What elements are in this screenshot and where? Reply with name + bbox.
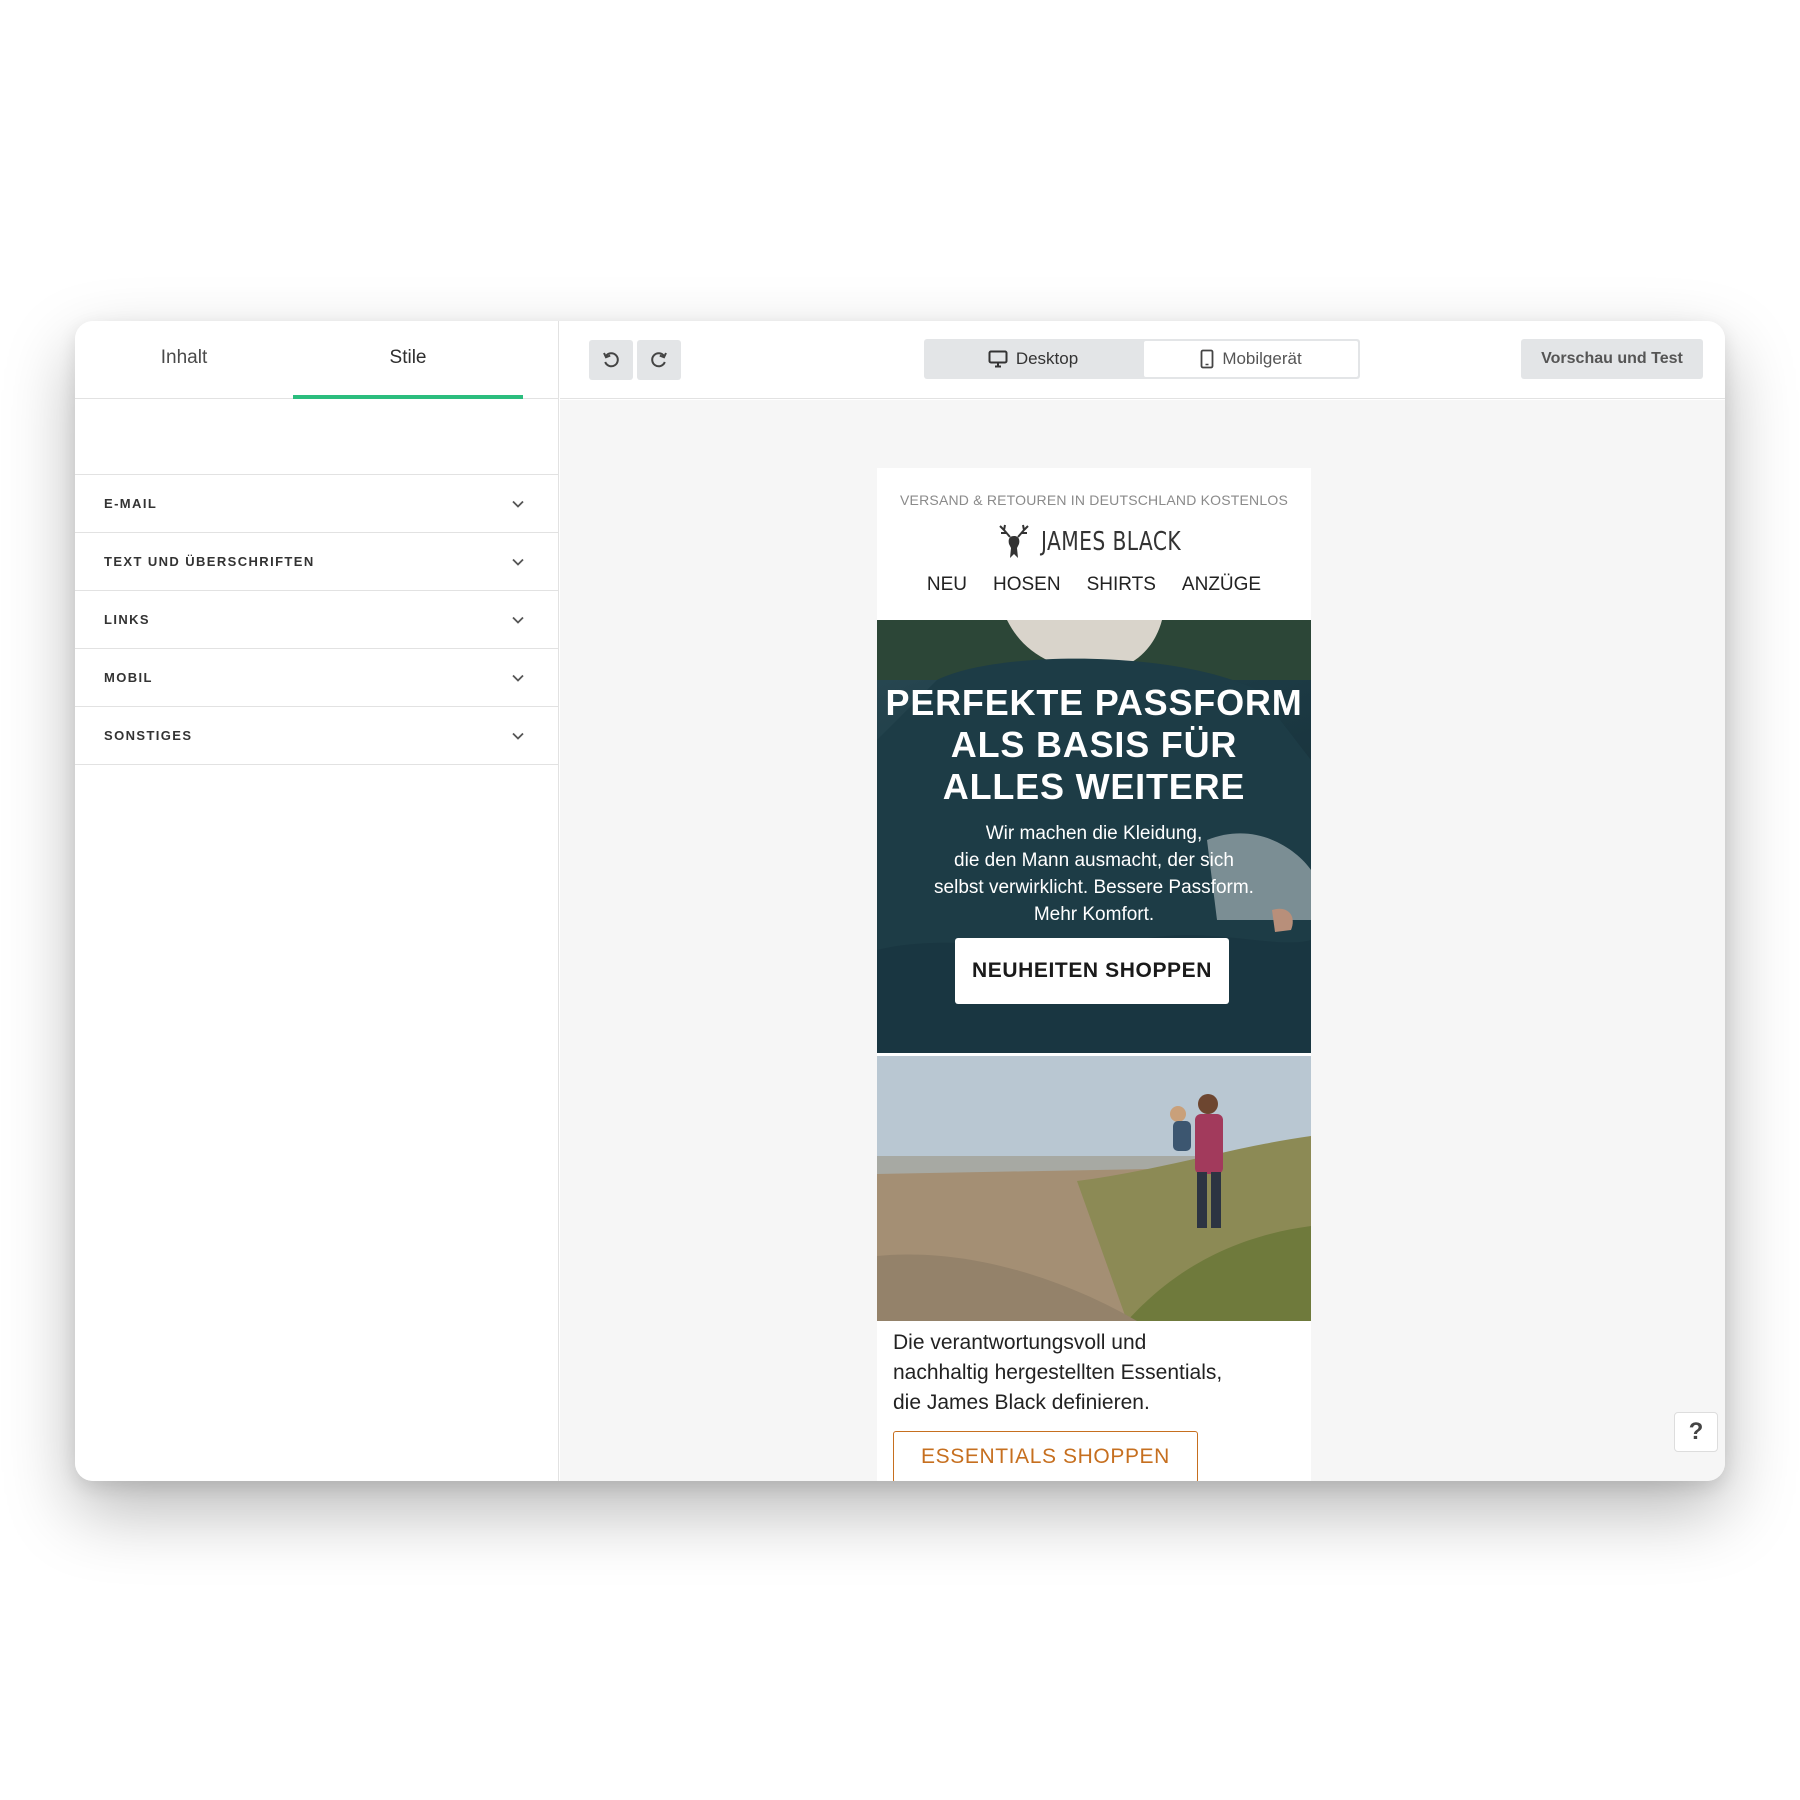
monitor-icon [988,350,1008,368]
chevron-down-icon [512,616,524,624]
section-links[interactable]: LINKS [75,591,558,649]
help-button[interactable]: ? [1674,1412,1718,1452]
nav-link-hosen[interactable]: HOSEN [993,574,1061,596]
redo-button[interactable] [637,340,681,380]
mobile-view-label: Mobilgerät [1222,349,1302,368]
brand-name: JAMES BLACK [1041,527,1182,557]
tab-inhalt[interactable]: Inhalt [75,321,293,399]
undo-icon [603,352,619,368]
email-preview: VERSAND & RETOUREN IN DEUTSCHLAND KOSTEN… [877,468,1311,1481]
essentials-text-line: Die verantwortungsvoll und [893,1331,1147,1354]
active-tab-indicator [293,395,523,399]
hero-title: PERFEKTE PASSFORM ALS BASIS FÜR ALLES WE… [877,682,1311,808]
hero-text-line: Wir machen die Kleidung, [985,823,1203,844]
hero-text-line: die den Mann ausmacht, der sich [954,850,1234,871]
essentials-text-line: nachhaltig hergestellten Essentials, [893,1361,1223,1384]
shop-essentials-button[interactable]: ESSENTIALS SHOPPEN [893,1431,1198,1481]
undo-button[interactable] [589,340,633,380]
shop-new-arrivals-button[interactable]: NEUHEITEN SHOPPEN [955,938,1229,1004]
email-nav: NEU HOSEN SHIRTS ANZÜGE [877,574,1311,596]
section-label: MOBIL [104,670,153,685]
desktop-view-label: Desktop [1015,349,1079,368]
essentials-text: Die verantwortungsvoll und nachhaltig he… [893,1328,1293,1418]
tab-stile[interactable]: Stile [293,321,523,399]
chevron-down-icon [512,674,524,682]
beach-scene-image [877,1056,1311,1321]
section-label: LINKS [104,612,150,627]
nav-link-anzuege[interactable]: ANZÜGE [1182,574,1261,596]
hero-text-line: selbst verwirklicht. Bessere Passform. [934,877,1254,898]
style-section-list: E-MAIL TEXT UND ÜBERSCHRIFTEN LINKS MOBI… [75,474,558,765]
hero-title-line: ALS BASIS FÜR [950,724,1238,765]
section-mobil[interactable]: MOBIL [75,649,558,707]
hero-banner: PERFEKTE PASSFORM ALS BASIS FÜR ALLES WE… [877,620,1311,1053]
section-label: TEXT UND ÜBERSCHRIFTEN [104,554,315,569]
nav-link-shirts[interactable]: SHIRTS [1087,574,1156,596]
section-sonstiges[interactable]: SONSTIGES [75,707,558,765]
email-canvas: VERSAND & RETOUREN IN DEUTSCHLAND KOSTEN… [560,400,1725,1481]
section-label: E-MAIL [104,496,158,511]
desktop-view-button[interactable]: Desktop [924,339,1142,379]
hero-text: Wir machen die Kleidung, die den Mann au… [897,820,1291,928]
beach-photo [877,1056,1311,1321]
nav-link-neu[interactable]: NEU [927,574,967,596]
mobile-view-button[interactable]: Mobilgerät [1144,341,1358,377]
view-mode-toggle: Desktop Mobilgerät [924,339,1360,379]
section-email[interactable]: E-MAIL [75,475,558,533]
brand-logo[interactable]: JAMES BLACK [877,524,1311,560]
phone-icon [1200,349,1214,369]
hero-title-line: PERFEKTE PASSFORM [885,682,1303,723]
hero-text-line: Mehr Komfort. [1033,904,1155,925]
stag-icon [999,524,1029,558]
essentials-text-line: die James Black definieren. [893,1391,1150,1414]
email-preheader: VERSAND & RETOUREN IN DEUTSCHLAND KOSTEN… [900,492,1288,508]
chevron-down-icon [512,732,524,740]
editor-toolbar: Desktop Mobilgerät Vorschau und Test [560,321,1725,399]
chevron-down-icon [512,558,524,566]
editor-window: Inhalt Stile E-MAIL TEXT UND ÜBERSCHRIFT… [75,321,1725,1481]
section-text-headings[interactable]: TEXT UND ÜBERSCHRIFTEN [75,533,558,591]
preview-and-test-button[interactable]: Vorschau und Test [1521,339,1703,379]
style-sidebar: Inhalt Stile E-MAIL TEXT UND ÜBERSCHRIFT… [75,321,559,1481]
chevron-down-icon [512,500,524,508]
sidebar-tabs: Inhalt Stile [75,321,558,399]
redo-icon [651,352,667,368]
section-label: SONSTIGES [104,728,193,743]
hero-title-line: ALLES WEITERE [942,766,1246,807]
